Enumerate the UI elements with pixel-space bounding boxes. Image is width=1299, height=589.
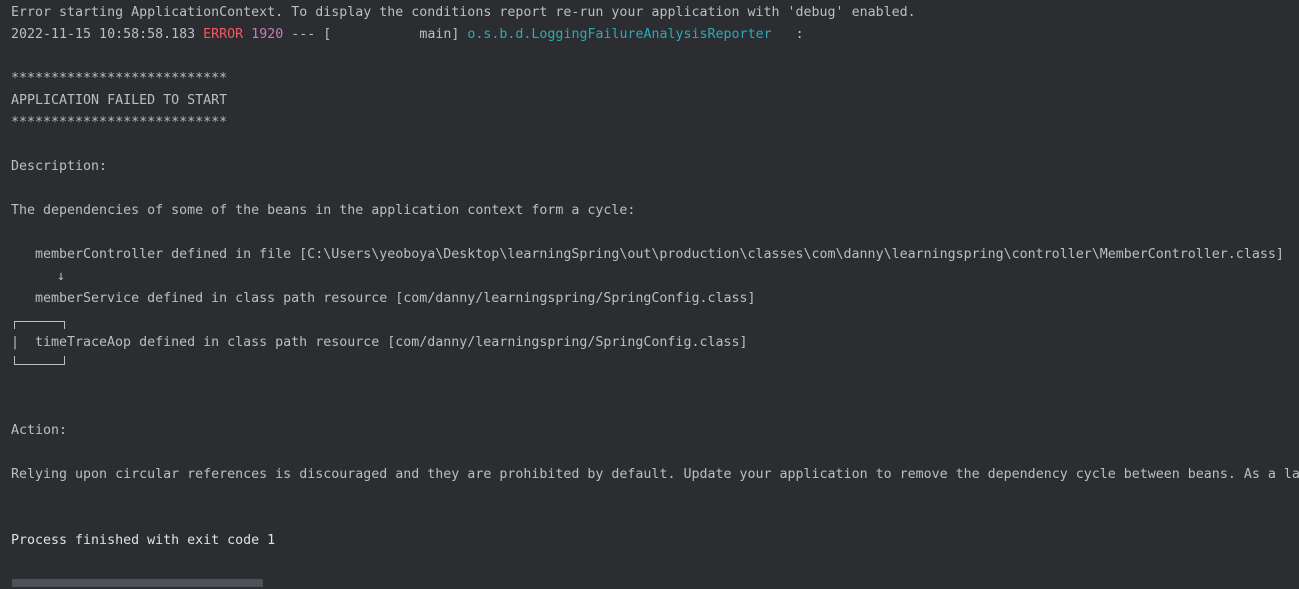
- horizontal-scrollbar[interactable]: [12, 579, 263, 587]
- action-text: Relying upon circular references is disc…: [11, 467, 1299, 482]
- log-pid: 1920: [251, 27, 284, 42]
- failed-heading: APPLICATION FAILED TO START: [11, 93, 228, 108]
- log-thread: --- [ main]: [291, 27, 460, 42]
- process-exit-line: Process finished with exit code 1: [11, 533, 276, 548]
- log-colon: :: [795, 27, 804, 42]
- description-text: The dependencies of some of the beans in…: [11, 203, 636, 218]
- bean-member-controller: memberController defined in file [C:\Use…: [35, 247, 1284, 262]
- down-arrow-icon: ↓: [57, 269, 66, 284]
- bean-time-trace-aop: timeTraceAop defined in class path resou…: [35, 335, 748, 350]
- stars-bottom: ***************************: [11, 115, 228, 130]
- log-level: ERROR: [203, 27, 244, 42]
- log-timestamp: 2022-11-15 10:58:58.183: [11, 27, 196, 42]
- description-label: Description:: [11, 159, 108, 174]
- cycle-bar: |: [11, 335, 20, 350]
- console-output[interactable]: Error starting ApplicationContext. To di…: [0, 0, 1299, 589]
- log-entry-line: 2022-11-15 10:58:58.183 ERROR 1920 --- […: [11, 24, 804, 46]
- action-label: Action:: [11, 423, 68, 438]
- stars-top: ***************************: [11, 71, 228, 86]
- error-starting-line: Error starting ApplicationContext. To di…: [11, 5, 916, 20]
- log-logger-link[interactable]: o.s.b.d.LoggingFailureAnalysisReporter: [467, 27, 771, 42]
- bean-member-service: memberService defined in class path reso…: [35, 291, 756, 306]
